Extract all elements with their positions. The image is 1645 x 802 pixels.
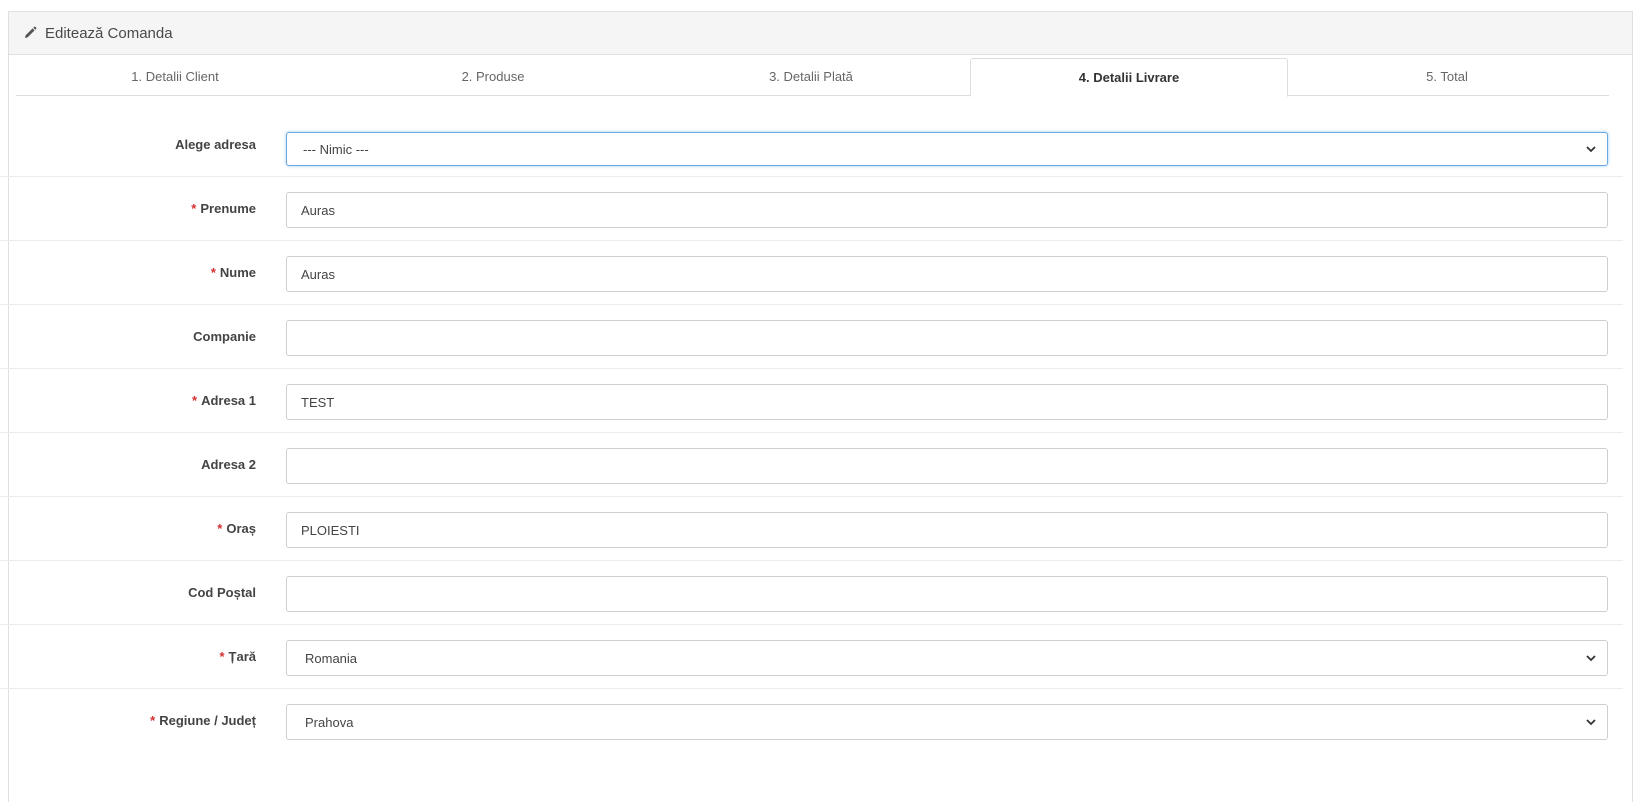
company-input[interactable] (286, 320, 1608, 356)
required-marker: * (219, 649, 225, 664)
tab-payment-details[interactable]: 3. Detalii Plată (652, 58, 970, 95)
address1-label: * Adresa 1 (192, 393, 256, 408)
chevron-down-icon (1586, 146, 1596, 153)
panel-heading: Editează Comanda (9, 12, 1632, 55)
form-row-firstname: * Prenume Auras (0, 177, 1623, 241)
form-row-address-select: Alege adresa --- Nimic --- (0, 113, 1623, 177)
address1-input[interactable]: TEST (286, 384, 1608, 420)
page-title: Editează Comanda (45, 24, 173, 42)
city-label: * Oraș (217, 521, 256, 536)
tab-total[interactable]: 5. Total (1288, 58, 1606, 95)
country-select[interactable]: Romania (286, 640, 1608, 676)
lastname-input[interactable]: Auras (286, 256, 1608, 292)
form-row-address1: * Adresa 1 TEST (0, 369, 1623, 433)
shipping-form: Alege adresa --- Nimic --- * Prenume Aur… (0, 113, 1623, 752)
address-select-label: Alege adresa (175, 137, 256, 152)
address-select[interactable]: --- Nimic --- (286, 132, 1608, 166)
lastname-label: * Nume (210, 265, 256, 280)
form-row-city: * Oraș PLOIESTI (0, 497, 1623, 561)
tab-products[interactable]: 2. Produse (334, 58, 652, 95)
city-input[interactable]: PLOIESTI (286, 512, 1608, 548)
postcode-input[interactable] (286, 576, 1608, 612)
required-marker: * (210, 265, 216, 280)
order-tabs: 1. Detalii Client 2. Produse 3. Detalii … (16, 58, 1609, 97)
form-row-zone: * Regiune / Județ Prahova (0, 689, 1623, 752)
country-label: * Țară (219, 649, 256, 664)
postcode-label: Cod Poștal (188, 585, 256, 600)
chevron-down-icon (1586, 719, 1596, 726)
form-row-company: Companie (0, 305, 1623, 369)
firstname-label: * Prenume (191, 201, 256, 216)
pencil-icon (23, 26, 37, 40)
address2-label: Adresa 2 (201, 457, 256, 472)
form-row-postcode: Cod Poștal (0, 561, 1623, 625)
company-label: Companie (193, 329, 256, 344)
required-marker: * (150, 713, 156, 728)
tab-customer-details[interactable]: 1. Detalii Client (16, 58, 334, 95)
zone-select[interactable]: Prahova (286, 704, 1608, 740)
firstname-input[interactable]: Auras (286, 192, 1608, 228)
required-marker: * (217, 521, 223, 536)
required-marker: * (192, 393, 198, 408)
tab-shipping-details[interactable]: 4. Detalii Livrare (970, 58, 1288, 97)
zone-label: * Regiune / Județ (150, 713, 256, 728)
required-marker: * (191, 201, 197, 216)
form-row-lastname: * Nume Auras (0, 241, 1623, 305)
chevron-down-icon (1586, 655, 1596, 662)
form-row-address2: Adresa 2 (0, 433, 1623, 497)
form-row-country: * Țară Romania (0, 625, 1623, 689)
address2-input[interactable] (286, 448, 1608, 484)
